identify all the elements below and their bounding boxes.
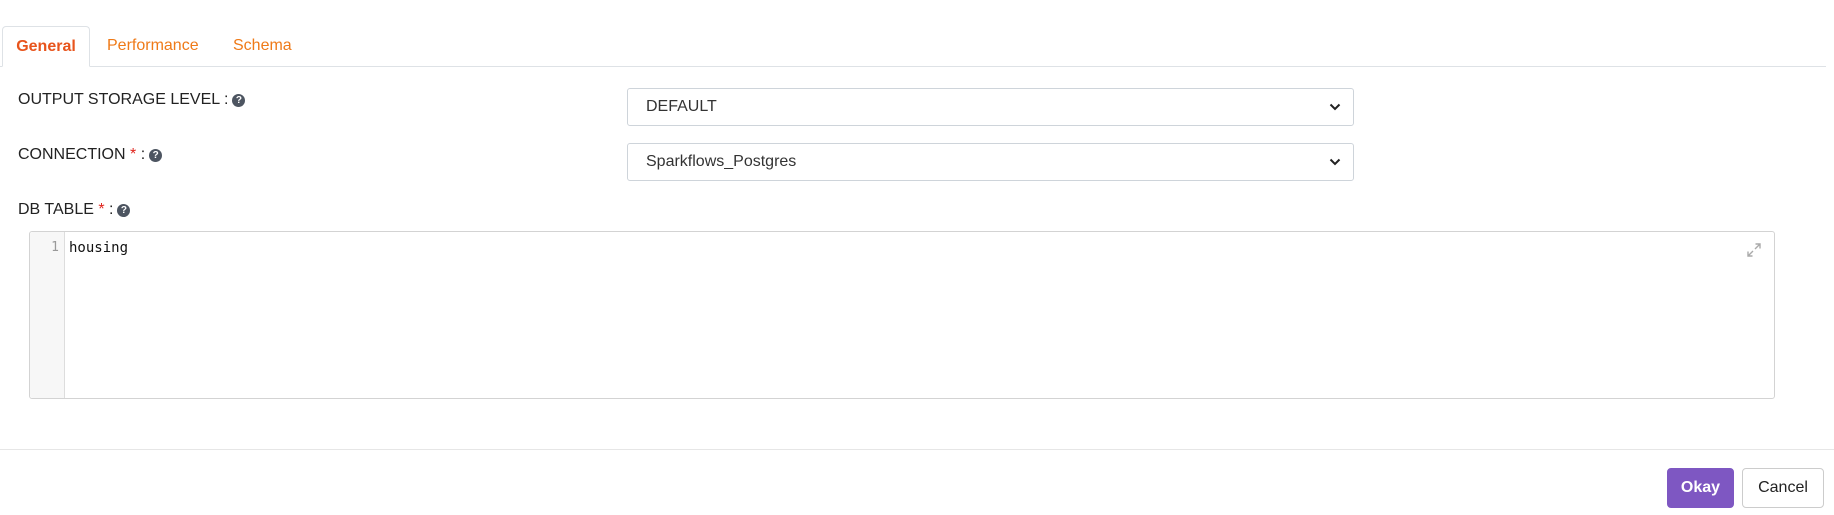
tab-schema[interactable]: Schema — [233, 26, 292, 66]
db-table-label-text: DB TABLE — [18, 201, 94, 218]
label-suffix: : — [219, 91, 229, 108]
output-storage-level-value: DEFAULT — [646, 98, 717, 115]
footer-divider — [0, 449, 1834, 450]
connection-value: Sparkflows_Postgres — [646, 153, 797, 170]
output-storage-level-select[interactable]: DEFAULT — [627, 88, 1354, 126]
chevron-down-icon — [1329, 103, 1341, 111]
chevron-down-icon — [1329, 158, 1341, 166]
question-circle-icon[interactable]: ? — [117, 204, 131, 217]
line-number: 1 — [51, 240, 59, 255]
tab-performance[interactable]: Performance — [107, 26, 199, 66]
label-suffix: : — [104, 201, 114, 218]
output-storage-level-label: OUTPUT STORAGE LEVEL :? — [18, 90, 246, 110]
cancel-button[interactable]: Cancel — [1742, 468, 1824, 508]
expand-icon[interactable] — [1746, 242, 1762, 258]
editor-gutter: 1 — [30, 232, 65, 398]
db-table-label: DB TABLE * :? — [18, 200, 131, 220]
okay-button[interactable]: Okay — [1667, 468, 1734, 508]
label-suffix: : — [136, 146, 146, 163]
question-circle-icon[interactable]: ? — [232, 94, 246, 107]
connection-select[interactable]: Sparkflows_Postgres — [627, 143, 1354, 181]
question-circle-icon[interactable]: ? — [149, 149, 163, 162]
tab-general[interactable]: General — [2, 26, 90, 67]
connection-label: CONNECTION * :? — [18, 145, 163, 165]
output-storage-level-label-text: OUTPUT STORAGE LEVEL — [18, 91, 220, 108]
tab-bar: General Performance Schema — [0, 26, 1826, 67]
dialog-page: General Performance Schema OUTPUT STORAG… — [0, 0, 1834, 515]
connection-label-text: CONNECTION — [18, 146, 126, 163]
editor-code-line[interactable]: housing — [69, 240, 128, 256]
db-table-editor[interactable]: 1 housing — [29, 231, 1775, 399]
